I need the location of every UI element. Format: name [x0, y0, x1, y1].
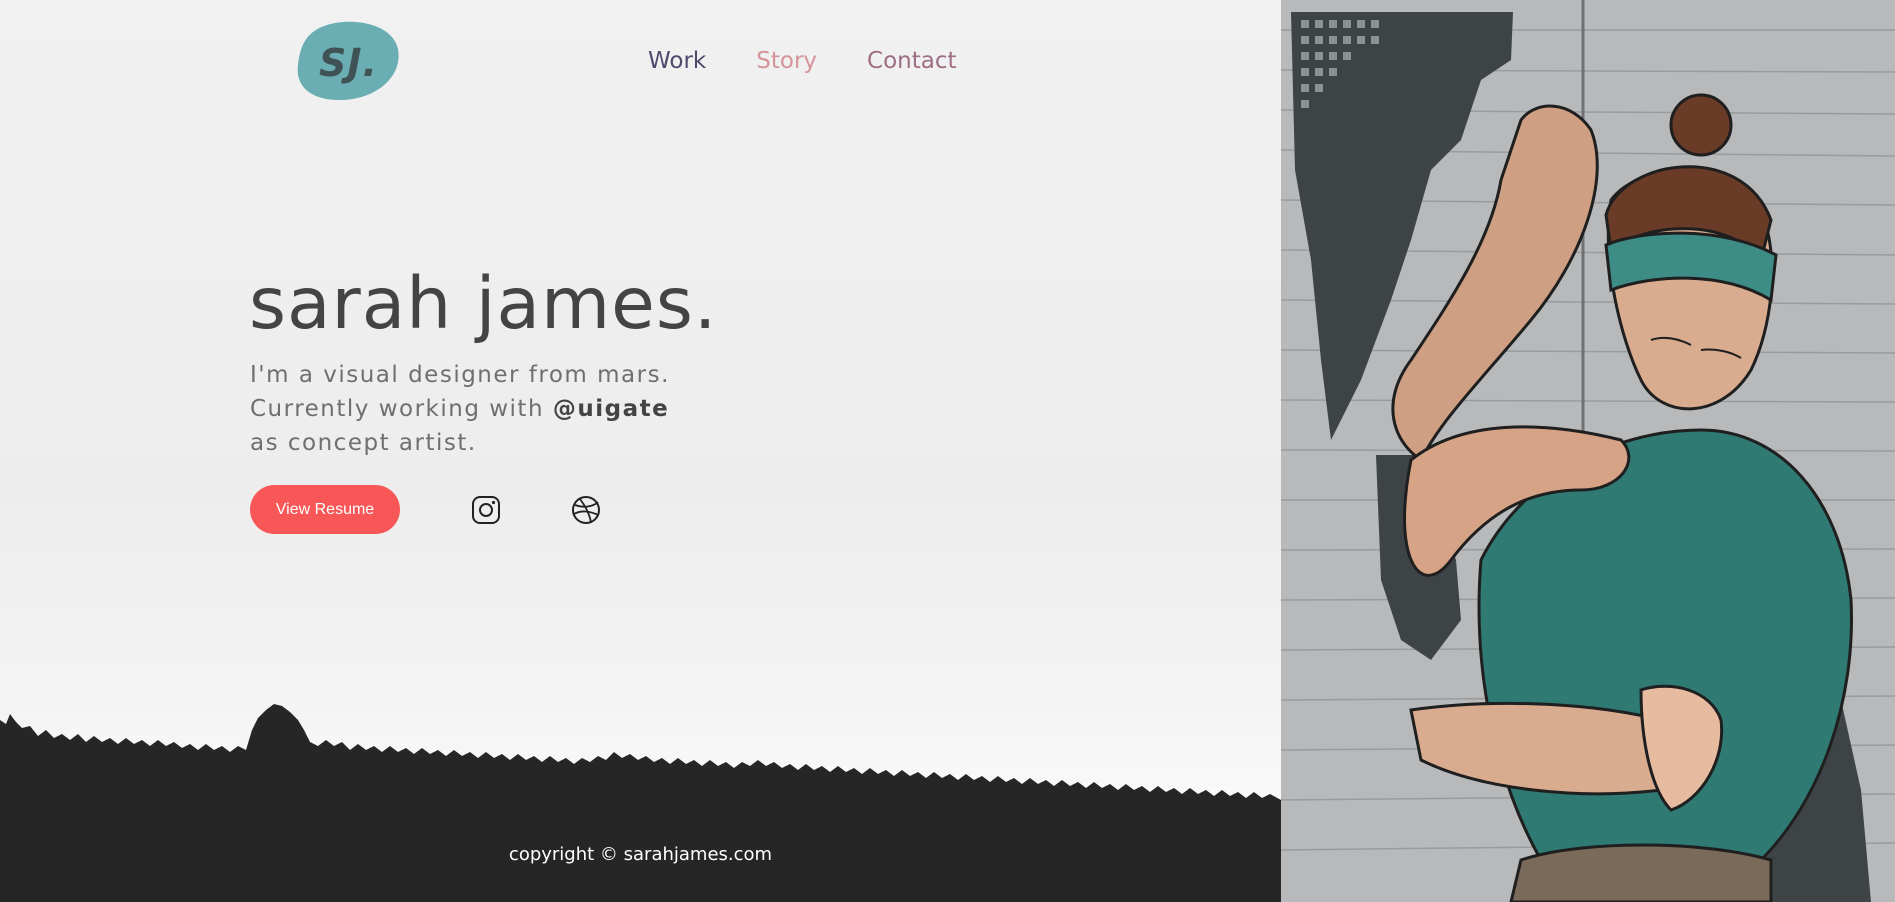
- dribbble-link[interactable]: [571, 495, 601, 525]
- logo[interactable]: SJ.: [297, 21, 400, 101]
- view-resume-button[interactable]: View Resume: [250, 485, 400, 534]
- hero-subtitle-line-3: as concept artist.: [250, 430, 477, 456]
- nav-item-work[interactable]: Work: [648, 48, 706, 74]
- nav-item-contact[interactable]: Contact: [867, 48, 956, 74]
- logo-text: SJ.: [319, 41, 378, 85]
- main-nav: Work Story Contact: [648, 48, 957, 74]
- instagram-link[interactable]: [471, 495, 501, 525]
- hero-subtitle-line-2-prefix: Currently working with: [250, 396, 553, 422]
- hero-subtitle: I'm a visual designer from mars. Current…: [250, 358, 670, 460]
- hero-title: sarah james.: [249, 262, 718, 345]
- dribbble-icon: [572, 496, 600, 524]
- instagram-icon: [472, 496, 500, 524]
- company-handle: @uigate: [552, 396, 670, 422]
- nav-item-story[interactable]: Story: [756, 48, 817, 74]
- treeline-silhouette: [0, 700, 1281, 902]
- hero-subtitle-line-2: Currently working with @uigate: [250, 392, 670, 426]
- hero-panel: SJ. Work Story Contact sarah james. I'm …: [0, 0, 1281, 902]
- hero-subtitle-line-1: I'm a visual designer from mars.: [250, 362, 670, 388]
- copyright-text: copyright © sarahjames.com: [508, 844, 773, 865]
- mural-artwork: [1281, 0, 1895, 902]
